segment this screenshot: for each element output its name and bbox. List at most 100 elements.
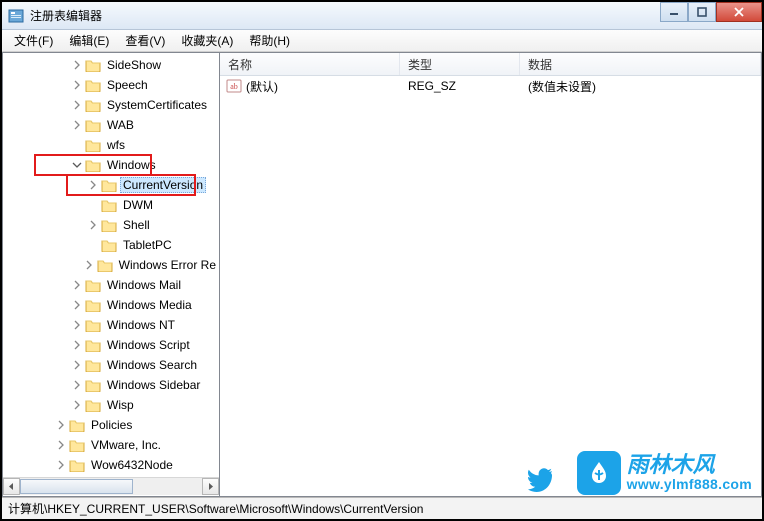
folder-icon	[85, 398, 101, 412]
folder-icon	[85, 318, 101, 332]
expander-closed-icon[interactable]	[71, 279, 83, 291]
tree-item-policies[interactable]: Policies	[3, 415, 219, 435]
tree-item-label: Policies	[88, 417, 135, 433]
tree-item-label: Windows Script	[104, 337, 193, 353]
column-type[interactable]: 类型	[400, 53, 520, 75]
scroll-thumb[interactable]	[20, 479, 133, 494]
tree-item-label: Windows NT	[104, 317, 178, 333]
expander-open-icon[interactable]	[71, 159, 83, 171]
expander-closed-icon[interactable]	[71, 99, 83, 111]
expander-none	[71, 139, 83, 151]
values-panel: 名称 类型 数据 ab(默认)REG_SZ(数值未设置)	[220, 52, 762, 497]
folder-icon	[101, 218, 117, 232]
tree-item-windows-nt[interactable]: Windows NT	[3, 315, 219, 335]
tree-item-label: WAB	[104, 117, 137, 133]
tree-item-systemcertificates[interactable]: SystemCertificates	[3, 95, 219, 115]
expander-closed-icon[interactable]	[71, 79, 83, 91]
close-button[interactable]	[716, 2, 762, 22]
menu-edit[interactable]: 编辑(E)	[61, 30, 117, 51]
column-data[interactable]: 数据	[520, 53, 761, 75]
tree-item-sideshow[interactable]: SideShow	[3, 55, 219, 75]
expander-closed-icon[interactable]	[87, 179, 99, 191]
tree-item-label: Wisp	[104, 397, 137, 413]
tree-item-label: SystemCertificates	[104, 97, 210, 113]
menu-file[interactable]: 文件(F)	[6, 30, 61, 51]
status-path: 计算机\HKEY_CURRENT_USER\Software\Microsoft…	[8, 500, 423, 517]
expander-closed-icon[interactable]	[71, 299, 83, 311]
values-list[interactable]: ab(默认)REG_SZ(数值未设置)	[220, 76, 761, 496]
expander-closed-icon[interactable]	[71, 59, 83, 71]
registry-tree: SideShow Speech SystemCertificates WAB wfs Wi…	[3, 53, 219, 477]
expander-closed-icon[interactable]	[71, 339, 83, 351]
tree-horizontal-scrollbar[interactable]	[3, 477, 219, 494]
window-title: 注册表编辑器	[30, 7, 102, 24]
tree-item-label: Windows Search	[104, 357, 200, 373]
svg-text:ab: ab	[230, 82, 238, 91]
value-row[interactable]: ab(默认)REG_SZ(数值未设置)	[220, 76, 761, 96]
folder-icon	[85, 278, 101, 292]
tree-item-currentversion[interactable]: CurrentVersion	[3, 175, 219, 195]
tree-item-label: Speech	[104, 77, 151, 93]
menu-favorites[interactable]: 收藏夹(A)	[173, 30, 241, 51]
tree-item-label: Windows Sidebar	[104, 377, 203, 393]
expander-closed-icon[interactable]	[71, 119, 83, 131]
folder-icon	[85, 358, 101, 372]
tree-scroll[interactable]: SideShow Speech SystemCertificates WAB wfs Wi…	[3, 53, 219, 496]
expander-closed-icon[interactable]	[71, 319, 83, 331]
scroll-left-button[interactable]	[3, 478, 20, 495]
string-value-icon: ab	[226, 78, 242, 94]
folder-icon	[101, 198, 117, 212]
expander-closed-icon[interactable]	[71, 359, 83, 371]
expander-closed-icon[interactable]	[71, 399, 83, 411]
folder-icon	[69, 438, 85, 452]
expander-closed-icon[interactable]	[87, 219, 99, 231]
tree-item-windows-sidebar[interactable]: Windows Sidebar	[3, 375, 219, 395]
tree-item-vmware-inc-[interactable]: VMware, Inc.	[3, 435, 219, 455]
tree-item-label: TabletPC	[120, 237, 175, 253]
registry-editor-window: 注册表编辑器 文件(F) 编辑(E) 查看(V) 收藏夹(A) 帮助(H) Si…	[2, 2, 762, 519]
expander-closed-icon[interactable]	[71, 379, 83, 391]
menu-help[interactable]: 帮助(H)	[241, 30, 298, 51]
expander-closed-icon[interactable]	[55, 439, 67, 451]
tree-item-label: CurrentVersion	[120, 177, 206, 193]
tree-item-wfs[interactable]: wfs	[3, 135, 219, 155]
expander-closed-icon[interactable]	[83, 259, 94, 271]
tree-item-shell[interactable]: Shell	[3, 215, 219, 235]
column-name[interactable]: 名称	[220, 53, 400, 75]
tree-item-windows-search[interactable]: Windows Search	[3, 355, 219, 375]
tree-item-windows-mail[interactable]: Windows Mail	[3, 275, 219, 295]
folder-icon	[85, 58, 101, 72]
menu-view[interactable]: 查看(V)	[117, 30, 173, 51]
tree-item-dwm[interactable]: DWM	[3, 195, 219, 215]
tree-item-label: Windows Error Re	[116, 257, 219, 273]
expander-closed-icon[interactable]	[55, 459, 67, 471]
minimize-button[interactable]	[660, 2, 688, 22]
tree-item-wow6432node[interactable]: Wow6432Node	[3, 455, 219, 475]
tree-item-wab[interactable]: WAB	[3, 115, 219, 135]
app-icon	[8, 8, 24, 24]
tree-panel: SideShow Speech SystemCertificates WAB wfs Wi…	[2, 52, 220, 497]
tree-item-windows[interactable]: Windows	[3, 155, 219, 175]
value-type: REG_SZ	[400, 77, 520, 95]
tree-item-tabletpc[interactable]: TabletPC	[3, 235, 219, 255]
folder-icon	[101, 178, 117, 192]
folder-icon	[85, 138, 101, 152]
scroll-track[interactable]	[20, 478, 202, 495]
tree-item-label: Windows	[104, 157, 159, 173]
tree-item-windows-script[interactable]: Windows Script	[3, 335, 219, 355]
folder-icon	[85, 378, 101, 392]
folder-icon	[85, 338, 101, 352]
maximize-button[interactable]	[688, 2, 716, 22]
tree-item-speech[interactable]: Speech	[3, 75, 219, 95]
tree-item-windows-error-re[interactable]: Windows Error Re	[3, 255, 219, 275]
scroll-right-button[interactable]	[202, 478, 219, 495]
folder-icon	[97, 258, 113, 272]
folder-icon	[85, 78, 101, 92]
folder-icon	[69, 418, 85, 432]
titlebar[interactable]: 注册表编辑器	[2, 2, 762, 30]
expander-closed-icon[interactable]	[55, 419, 67, 431]
tree-item-windows-media[interactable]: Windows Media	[3, 295, 219, 315]
folder-icon	[85, 98, 101, 112]
statusbar: 计算机\HKEY_CURRENT_USER\Software\Microsoft…	[2, 497, 762, 519]
tree-item-wisp[interactable]: Wisp	[3, 395, 219, 415]
